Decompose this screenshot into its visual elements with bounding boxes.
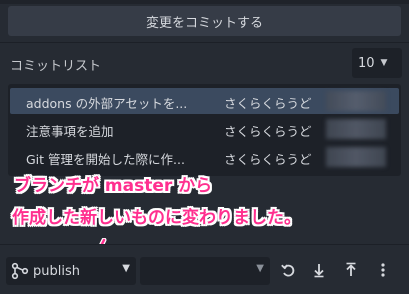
- commit-list-title: コミットリスト: [10, 59, 102, 74]
- branch-select[interactable]: publish ▼: [6, 257, 136, 285]
- commit-list-header: コミットリスト 10 ▼: [0, 48, 409, 78]
- annotation-line-1: ブランチが master から: [14, 176, 213, 196]
- commit-author: さくらくらうど: [224, 124, 312, 139]
- more-options-button[interactable]: [372, 259, 394, 281]
- refresh-icon: [281, 264, 295, 277]
- chevron-down-icon: ▼: [380, 58, 388, 68]
- commit-changes-button[interactable]: 変更をコミットする: [8, 6, 401, 36]
- top-strip: [0, 0, 409, 4]
- commit-message: addons の外部アセットを...: [26, 96, 188, 111]
- branch-name: publish: [33, 263, 80, 279]
- push-icon: [346, 262, 356, 276]
- chevron-down-icon: ▼: [256, 263, 264, 274]
- divider: [0, 42, 409, 43]
- pull-icon: [314, 264, 324, 278]
- vcs-toolbar: publish ▼ ▼: [0, 245, 409, 294]
- commit-message: 注意事項を追加: [26, 124, 114, 139]
- commit-row[interactable]: 注意事項を追加 さくらくらうど: [10, 116, 399, 142]
- push-button[interactable]: [340, 259, 362, 281]
- commit-list[interactable]: addons の外部アセットを... さくらくらうど 注意事項を追加 さくらくら…: [8, 84, 401, 176]
- branch-icon: [11, 262, 29, 280]
- commit-message: Git 管理を開始した際に作...: [26, 152, 185, 167]
- pull-button[interactable]: [308, 259, 330, 281]
- more-icon: [381, 263, 385, 277]
- redacted-date: [326, 147, 386, 167]
- redacted-date: [326, 119, 386, 139]
- commit-author: さくらくらうど: [224, 96, 312, 111]
- commit-row[interactable]: addons の外部アセットを... さくらくらうど: [10, 88, 399, 114]
- remote-select[interactable]: ▼: [140, 257, 270, 285]
- annotation-line-2: 作成した新しいものに変わりました。: [12, 208, 301, 228]
- refresh-button[interactable]: [277, 259, 299, 281]
- commit-count-value: 10: [358, 55, 375, 71]
- chevron-down-icon: ▼: [122, 263, 130, 274]
- commit-author: さくらくらうど: [224, 152, 312, 167]
- commit-count-select[interactable]: 10 ▼: [352, 48, 402, 78]
- commit-row[interactable]: Git 管理を開始した際に作... さくらくらうど: [10, 144, 399, 170]
- redacted-date: [326, 91, 386, 111]
